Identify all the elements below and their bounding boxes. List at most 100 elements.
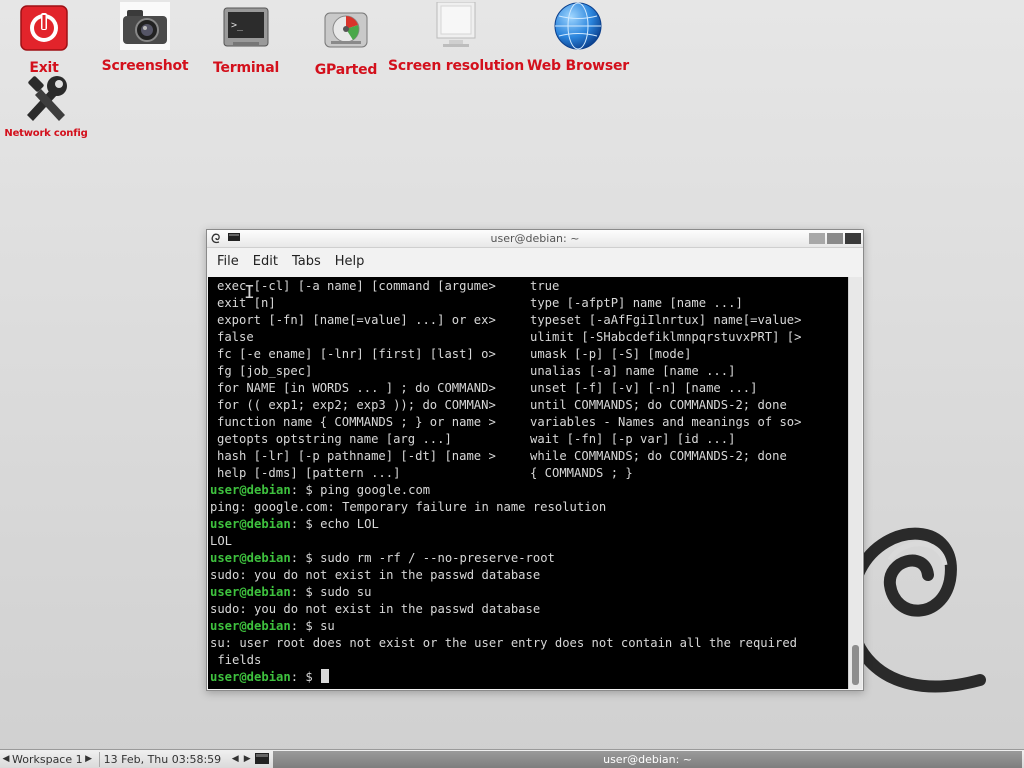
terminal-menubar: File Edit Tabs Help xyxy=(207,248,863,275)
help-right-cell: typeset [-aAfFgiIlnrtux] name[=value> xyxy=(530,313,802,327)
command-text: ping google.com xyxy=(320,483,431,497)
wrench-icon xyxy=(20,72,72,124)
terminal-task-icon[interactable] xyxy=(255,753,270,765)
taskbar-terminal-button[interactable]: user@debian: ~ xyxy=(273,750,1022,768)
disk-icon xyxy=(320,4,372,56)
prompt-suffix: : $ xyxy=(290,670,321,684)
minimize-button[interactable] xyxy=(809,233,825,244)
help-right-cell: unalias [-a] name [name ...] xyxy=(530,364,736,378)
prompt-suffix: : $ xyxy=(290,619,321,633)
desktop-icon-screen-resolution[interactable]: Screen resolution xyxy=(388,0,524,74)
prompt-line: user@debian: $ ping google.com xyxy=(208,482,849,499)
command-text: su xyxy=(320,619,335,633)
clock-next-icon[interactable]: ▶ xyxy=(241,754,253,764)
command-text: sudo su xyxy=(320,585,372,599)
help-right-cell: until COMMANDS; do COMMANDS-2; done xyxy=(530,398,787,412)
output-line: sudo: you do not exist in the passwd dat… xyxy=(210,568,541,582)
help-right-cell: while COMMANDS; do COMMANDS-2; done xyxy=(530,449,787,463)
output-line: su: user root does not exist or the user… xyxy=(210,636,797,650)
help-row: false ulimit [-SHabcdefiklmnpqrstuvxPRT] … xyxy=(208,329,849,346)
help-right-cell: unset [-f] [-v] [-n] [name ...] xyxy=(530,381,758,395)
terminal-icon: >_ xyxy=(220,2,272,54)
window-controls xyxy=(809,233,861,244)
prompt-line: user@debian: $ sudo rm -rf / --no-preser… xyxy=(208,550,849,567)
help-left-cell: exec [-cl] [-a name] [command [argume> xyxy=(217,279,496,293)
help-row: fg [job_spec] unalias [-a] name [name ...… xyxy=(208,363,849,380)
desktop-icon-label: Web Browser xyxy=(527,58,629,74)
help-row: for NAME [in WORDS ... ] ; do COMMAND> un… xyxy=(208,380,849,397)
menu-file[interactable]: File xyxy=(211,250,245,273)
desktop-icon-label: Network config xyxy=(4,128,88,139)
desktop-icon-label: GParted xyxy=(314,62,378,78)
terminal-titlebar[interactable]: user@debian: ~ xyxy=(207,230,863,248)
workspace-label[interactable]: Workspace 1 xyxy=(12,753,83,766)
menu-tabs[interactable]: Tabs xyxy=(286,250,327,273)
output-line: ping: google.com: Temporary failure in n… xyxy=(210,500,607,514)
output-line: sudo: you do not exist in the passwd dat… xyxy=(210,602,541,616)
terminal-scrollbar[interactable] xyxy=(848,277,862,689)
maximize-button[interactable] xyxy=(827,233,843,244)
desktop-icon-label: Screen resolution xyxy=(388,58,524,74)
clock: 13 Feb, Thu 03:58:59 xyxy=(103,752,222,766)
prompt-line: user@debian: $ echo LOL xyxy=(208,516,849,533)
taskbar-task-title: user@debian: ~ xyxy=(603,752,693,766)
prompt-suffix: : $ xyxy=(290,483,321,497)
help-left-cell: getopts optstring name [arg ...] xyxy=(217,432,452,446)
help-row: function name { COMMANDS ; } or name > va… xyxy=(208,414,849,431)
terminal-window[interactable]: user@debian: ~ File Edit Tabs Help exec … xyxy=(206,229,864,691)
help-left-cell: exit [n] xyxy=(217,296,276,310)
prompt-user: user@debian xyxy=(210,619,291,633)
help-left-cell: false xyxy=(217,330,254,344)
help-left-cell: fc [-e ename] [-lnr] [first] [last] o> xyxy=(217,347,496,361)
help-left-cell: for NAME [in WORDS ... ] ; do COMMAND> xyxy=(217,381,496,395)
help-left-cell: for (( exp1; exp2; exp3 )); do COMMAN> xyxy=(217,398,496,412)
svg-text:>_: >_ xyxy=(231,20,244,31)
help-row: getopts optstring name [arg ...] wait [-f… xyxy=(208,431,849,448)
camera-icon xyxy=(119,0,171,52)
prompt-suffix: : $ xyxy=(290,551,321,565)
desktop-icon-label: Screenshot xyxy=(101,58,189,74)
output-line: fields xyxy=(210,653,262,667)
prompt-user: user@debian xyxy=(210,483,291,497)
command-text: echo LOL xyxy=(320,517,379,531)
desktop-icon-label: Terminal xyxy=(212,60,280,76)
prompt-line: user@debian: $ sudo su xyxy=(208,584,849,601)
help-right-cell: true xyxy=(530,279,560,293)
prompt-suffix: : $ xyxy=(290,585,321,599)
help-right-cell: umask [-p] [-S] [mode] xyxy=(530,347,692,361)
help-right-cell: ulimit [-SHabcdefiklmnpqrstuvxPRT] [> xyxy=(530,330,802,344)
help-row: fc [-e ename] [-lnr] [first] [last] o> um… xyxy=(208,346,849,363)
window-title: user@debian: ~ xyxy=(490,232,580,245)
help-row: hash [-lr] [-p pathname] [-dt] [name > wh… xyxy=(208,448,849,465)
workspace-next-icon[interactable]: ▶ xyxy=(83,754,95,764)
desktop-icon-network-config[interactable]: Network config xyxy=(0,72,108,139)
desktop-icon-web-browser[interactable]: Web Browser xyxy=(516,0,640,74)
terminal-output[interactable]: exec [-cl] [-a name] [command [argume> tr… xyxy=(208,277,849,689)
monitor-icon xyxy=(430,0,482,52)
help-left-cell: help [-dms] [pattern ...] xyxy=(217,466,401,480)
help-right-cell: wait [-fn] [-p var] [id ...] xyxy=(530,432,736,446)
help-right-cell: variables - Names and meanings of so> xyxy=(530,415,802,429)
taskbar-separator xyxy=(98,751,100,767)
globe-icon xyxy=(552,0,604,52)
clock-prev-icon[interactable]: ◀ xyxy=(229,754,241,764)
help-row: export [-fn] [name[=value] ...] or ex> ty… xyxy=(208,312,849,329)
menu-edit[interactable]: Edit xyxy=(247,250,284,273)
output-line: LOL xyxy=(210,534,233,548)
help-row: exec [-cl] [-a name] [command [argume> tr… xyxy=(208,278,849,295)
help-right-cell: { COMMANDS ; } xyxy=(530,466,633,480)
workspace-prev-icon[interactable]: ◀ xyxy=(0,754,12,764)
help-row: help [-dms] [pattern ...] { COMMANDS ; } xyxy=(208,465,849,482)
prompt-line: user@debian: $ su xyxy=(208,618,849,635)
power-icon xyxy=(18,2,70,54)
text-cursor xyxy=(321,669,330,683)
prompt-user: user@debian xyxy=(210,670,291,684)
prompt-user: user@debian xyxy=(210,585,291,599)
prompt-line: user@debian: $ xyxy=(208,669,849,686)
scrollbar-thumb[interactable] xyxy=(852,645,859,685)
menu-help[interactable]: Help xyxy=(329,250,371,273)
close-button[interactable] xyxy=(845,233,861,244)
help-left-cell: function name { COMMANDS ; } or name > xyxy=(217,415,496,429)
taskbar: ◀ Workspace 1 ▶ 13 Feb, Thu 03:58:59 ◀ ▶… xyxy=(0,749,1024,768)
help-row: exit [n] type [-afptP] name [name ...] xyxy=(208,295,849,312)
